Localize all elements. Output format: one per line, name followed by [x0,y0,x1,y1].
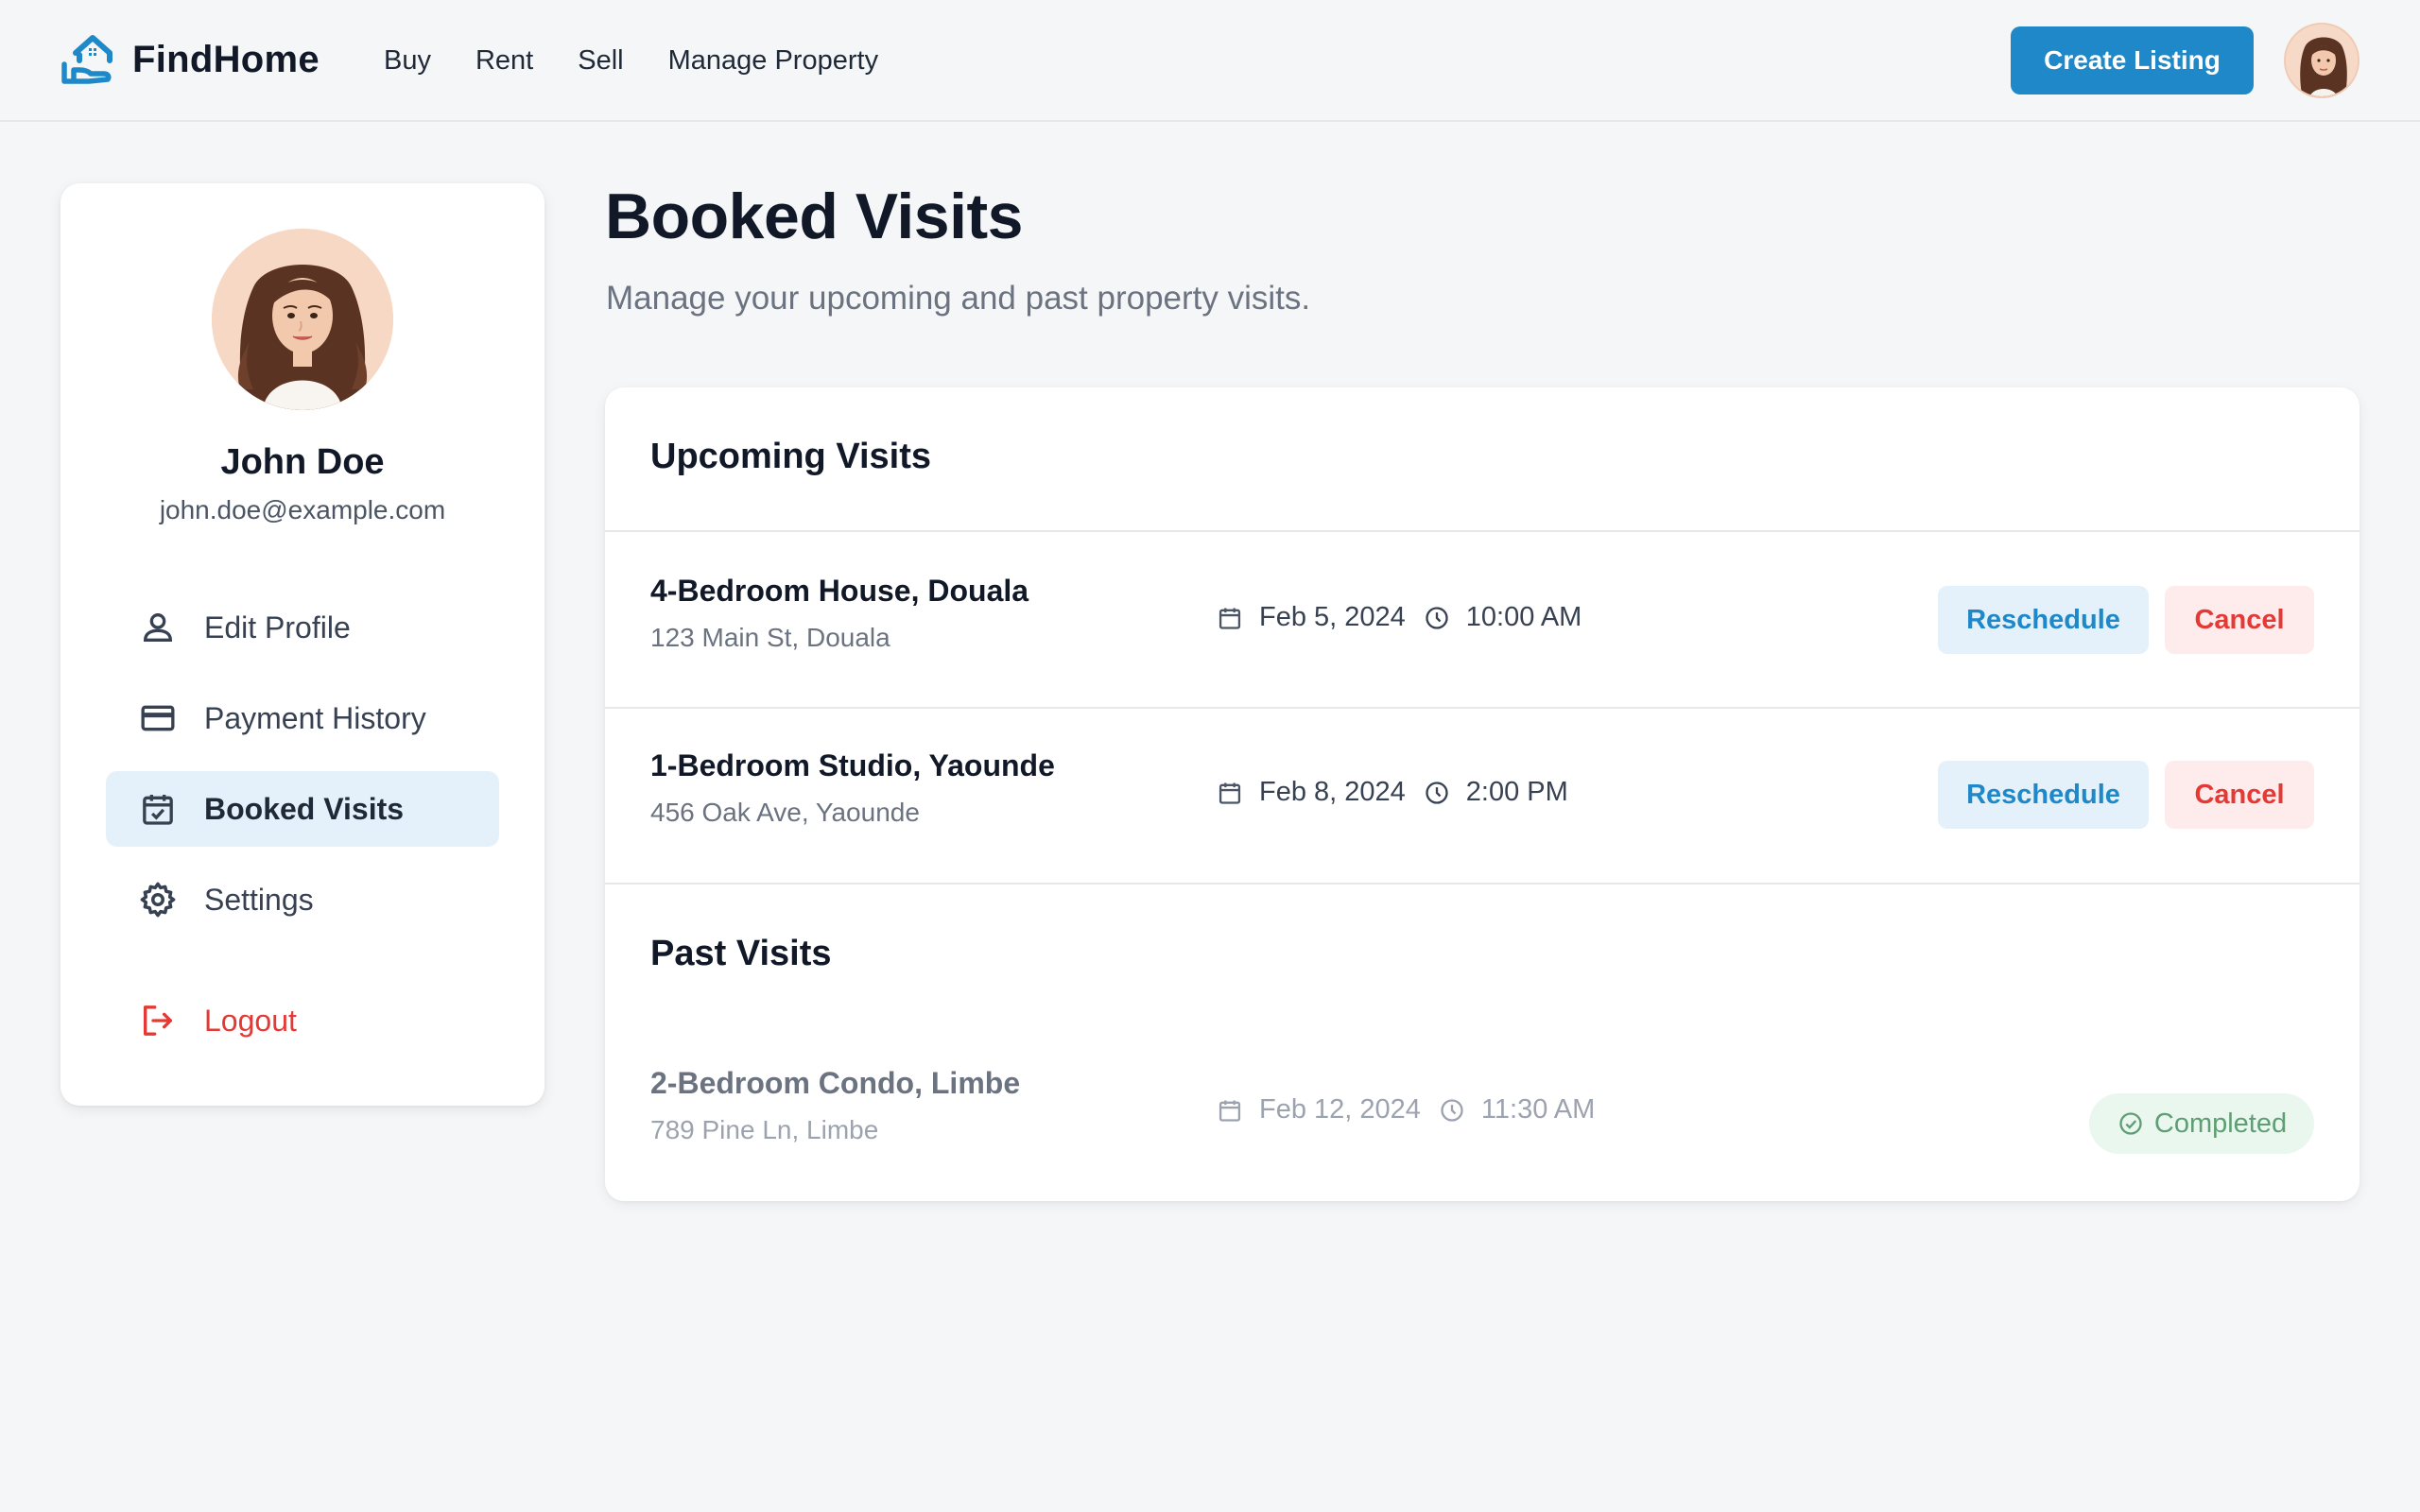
reschedule-button[interactable]: Reschedule [1938,761,2149,829]
calendar-icon [1216,604,1244,632]
visit-time: 2:00 PM [1465,777,1568,807]
top-navigation-bar: FindHome Buy Rent Sell Manage Property C… [0,0,2420,122]
sidebar-item-label: Payment History [204,700,426,735]
sidebar-item-logout[interactable]: Logout [106,983,499,1058]
cancel-button[interactable]: Cancel [2165,761,2314,829]
cancel-button[interactable]: Cancel [2165,586,2314,654]
past-visits-heading: Past Visits [650,934,832,973]
profile-email: john.doe@example.com [159,495,446,524]
nav-buy[interactable]: Buy [384,42,431,79]
visit-row: 1-Bedroom Studio, Yaounde 456 Oak Ave, Y… [605,709,2360,885]
house-logo-icon [60,32,113,87]
sidebar-item-label: Booked Visits [204,791,405,826]
clock-icon [1423,779,1451,807]
reschedule-button[interactable]: Reschedule [1938,586,2149,654]
user-avatar[interactable] [2284,23,2360,98]
credit-card-icon [138,698,178,738]
visit-title: 1-Bedroom Studio, Yaounde [650,748,1055,782]
brand[interactable]: FindHome [60,32,320,87]
profile-avatar [212,229,393,410]
visit-time: 10:00 AM [1465,602,1582,632]
sidebar-item-edit-profile[interactable]: Edit Profile [106,590,499,665]
visit-datetime: Feb 12, 2024 11:30 AM [1216,1094,1595,1125]
user-icon [138,608,178,647]
visit-date: Feb 5, 2024 [1259,602,1406,632]
page-title: Booked Visits [605,180,1023,252]
visit-row: 2-Bedroom Condo, Limbe 789 Pine Ln, Limb… [605,1019,2360,1194]
visit-row: 4-Bedroom House, Douala 123 Main St, Dou… [605,532,2360,708]
upcoming-visits-heading: Upcoming Visits [650,437,932,476]
visits-card: Upcoming Visits 4-Bedroom House, Douala … [605,387,2360,1201]
status-badge: Completed [2089,1093,2314,1154]
clock-icon [1423,604,1451,632]
sidebar-item-payment-history[interactable]: Payment History [106,680,499,756]
visit-address: 456 Oak Ave, Yaounde [650,798,920,827]
visit-date: Feb 8, 2024 [1259,777,1406,807]
visit-date: Feb 12, 2024 [1259,1094,1421,1125]
sidebar-item-label: Edit Profile [204,610,351,644]
create-listing-button[interactable]: Create Listing [2011,26,2254,94]
page-subtitle: Manage your upcoming and past property v… [606,280,1311,317]
sidebar-item-booked-visits[interactable]: Booked Visits [106,771,499,847]
nav-rent[interactable]: Rent [475,42,533,79]
nav-manage-property[interactable]: Manage Property [668,42,878,79]
visit-title: 2-Bedroom Condo, Limbe [650,1066,1021,1100]
visit-address: 789 Pine Ln, Limbe [650,1115,879,1144]
brand-name: FindHome [132,38,320,80]
logout-icon [138,1001,178,1040]
profile-sidebar: John Doe john.doe@example.com Edit Profi… [60,183,544,1106]
main-nav: Buy Rent Sell Manage Property [384,42,923,79]
visit-datetime: Feb 8, 2024 2:00 PM [1216,777,1568,808]
calendar-icon [1216,1096,1244,1125]
clock-icon [1438,1096,1466,1125]
visit-address: 123 Main St, Douala [650,623,890,652]
sidebar-item-settings[interactable]: Settings [106,862,499,937]
visit-datetime: Feb 5, 2024 10:00 AM [1216,602,1582,633]
divider [605,883,2360,885]
visit-title: 4-Bedroom House, Douala [650,574,1029,608]
check-circle-icon [2117,1109,2145,1138]
gear-icon [138,880,178,919]
sidebar-item-label: Logout [204,1003,297,1038]
sidebar-item-label: Settings [204,882,314,917]
profile-name: John Doe [220,442,385,482]
calendar-icon [1216,779,1244,807]
status-badge-label: Completed [2153,1108,2288,1139]
calendar-check-icon [138,789,178,829]
nav-sell[interactable]: Sell [578,42,623,79]
visit-time: 11:30 AM [1480,1094,1596,1125]
